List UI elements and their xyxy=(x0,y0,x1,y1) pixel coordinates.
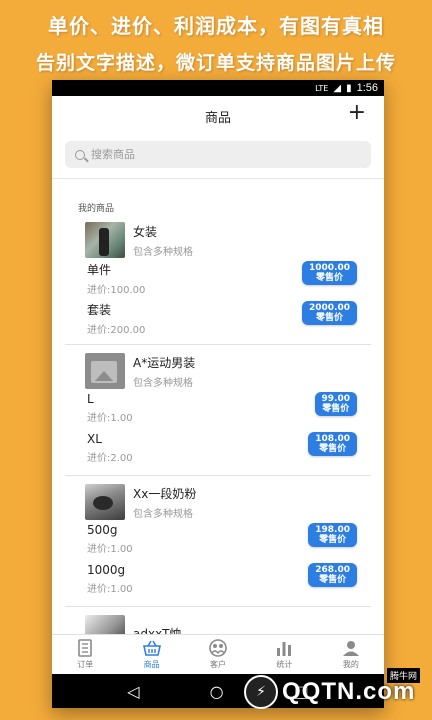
status-bar: LTE ◢ ▮ 1:56 xyxy=(52,80,384,96)
sku-row[interactable]: 套装 进价:200.00 2000.00 零售价 xyxy=(65,298,371,338)
site-watermark: ⚡ QQTN.com 腾牛网 xyxy=(244,668,432,716)
product-subtitle: 包含多种规格 xyxy=(133,246,193,258)
price-label: 零售价 xyxy=(322,404,350,414)
product-item[interactable]: Xx一段奶粉 包含多种规格 500g 进价:1.00 198.00 零售价 10… xyxy=(65,476,371,607)
tab-products[interactable]: 商品 xyxy=(118,635,184,674)
promo-line-1: 单价、进价、利润成本，有图有真相 xyxy=(48,14,384,38)
clock: 1:56 xyxy=(356,82,378,94)
signal-icon: ◢ xyxy=(333,82,342,94)
home-icon[interactable]: ○ xyxy=(210,682,224,701)
sku-row[interactable]: 1000g 进价:1.00 268.00 零售价 xyxy=(65,560,371,600)
back-icon[interactable]: ◁ xyxy=(127,682,139,701)
product-subtitle: 包含多种规格 xyxy=(133,377,193,389)
price-value: 1000.00 xyxy=(309,263,350,273)
tab-label: 订单 xyxy=(77,660,94,669)
watermark-badge: 腾牛网 xyxy=(386,668,420,683)
product-thumbnail xyxy=(85,222,125,258)
price-value: 268.00 xyxy=(315,565,350,575)
price-label: 零售价 xyxy=(319,535,347,545)
price-value: 198.00 xyxy=(315,525,350,535)
product-name: A*运动男装 xyxy=(133,355,196,370)
price-badge: 268.00 零售价 xyxy=(308,563,357,587)
price-badge: 99.00 零售价 xyxy=(314,392,357,416)
phone-screen: LTE ◢ ▮ 1:56 商品 + 我的商品 女装 包含多种规格 单件 进价:1… xyxy=(52,80,384,708)
page-title: 商品 xyxy=(204,110,231,126)
price-label: 零售价 xyxy=(315,273,343,283)
divider xyxy=(52,178,384,179)
profile-icon xyxy=(342,641,359,656)
app-header: 商品 + xyxy=(52,96,384,136)
price-label: 零售价 xyxy=(319,444,347,454)
price-badge: 1000.00 零售价 xyxy=(302,261,357,285)
sku-row[interactable]: 500g 进价:1.00 198.00 零售价 xyxy=(65,520,371,560)
image-placeholder-icon xyxy=(85,353,125,389)
add-product-button[interactable]: + xyxy=(348,100,366,125)
watermark-logo-icon: ⚡ xyxy=(244,675,278,709)
sku-row[interactable]: 单件 进价:100.00 1000.00 零售价 xyxy=(65,258,371,298)
basket-icon xyxy=(142,640,161,656)
stats-icon xyxy=(277,642,292,656)
price-label: 零售价 xyxy=(315,313,343,323)
sku-row[interactable]: L 进价:1.00 99.00 零售价 xyxy=(65,389,371,429)
tab-label: 客户 xyxy=(210,660,227,669)
price-value: 2000.00 xyxy=(309,303,350,313)
product-item[interactable]: 女装 包含多种规格 单件 进价:100.00 1000.00 零售价 套装 进价… xyxy=(65,214,371,345)
price-badge: 198.00 零售价 xyxy=(308,523,357,547)
product-name: 女装 xyxy=(133,224,158,239)
tab-orders[interactable]: 订单 xyxy=(52,635,118,674)
orders-icon xyxy=(78,639,93,657)
price-badge: 2000.00 零售价 xyxy=(302,301,357,325)
search-icon xyxy=(75,149,85,160)
search-bar[interactable] xyxy=(65,141,371,168)
price-value: 99.00 xyxy=(321,394,350,404)
product-item[interactable]: A*运动男装 包含多种规格 L 进价:1.00 99.00 零售价 XL 进价:… xyxy=(65,345,371,476)
promo-line-2: 告别文字描述，微订单支持商品图片上传 xyxy=(35,52,396,74)
price-value: 108.00 xyxy=(315,434,350,444)
search-input[interactable] xyxy=(91,148,311,161)
sku-row[interactable]: XL 进价:2.00 108.00 零售价 xyxy=(65,429,371,469)
product-name: Xx一段奶粉 xyxy=(133,486,197,501)
tab-label: 商品 xyxy=(143,660,160,669)
signal-indicator: LTE xyxy=(315,83,329,93)
price-badge: 108.00 零售价 xyxy=(308,432,357,456)
customers-icon xyxy=(209,639,227,657)
battery-icon: ▮ xyxy=(346,82,352,94)
section-label: 我的商品 xyxy=(78,204,115,214)
product-thumbnail xyxy=(85,484,125,520)
tab-customers[interactable]: 客户 xyxy=(185,635,251,674)
product-subtitle: 包含多种规格 xyxy=(133,508,193,520)
price-label: 零售价 xyxy=(319,575,347,585)
